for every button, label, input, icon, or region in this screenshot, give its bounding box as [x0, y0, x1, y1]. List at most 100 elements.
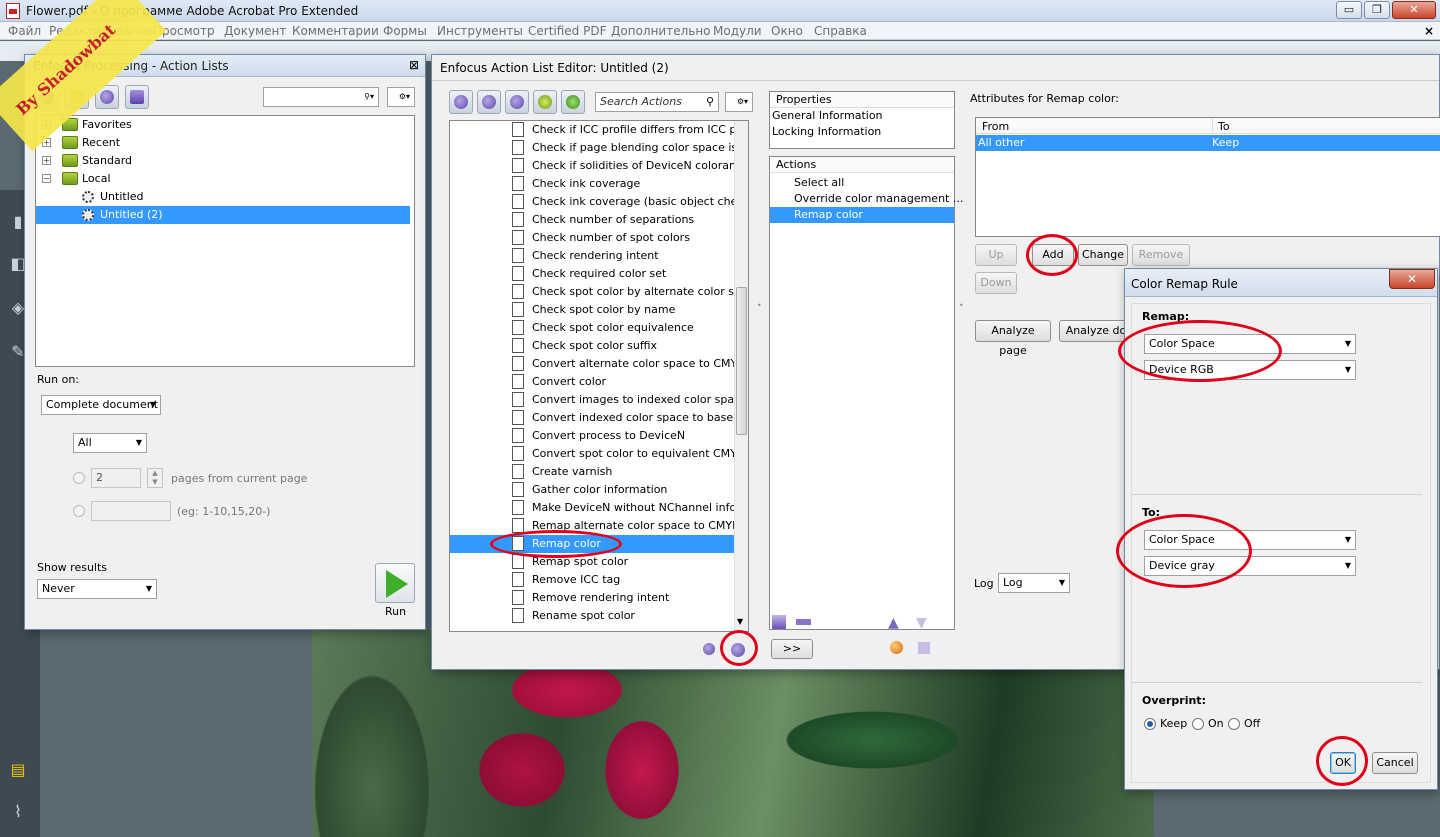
add-action-icon[interactable] [699, 639, 721, 659]
stop-icon[interactable] [918, 642, 930, 654]
record-icon[interactable] [890, 641, 903, 654]
page-range-input[interactable] [91, 501, 171, 521]
menu-tools[interactable]: Инструменты [437, 24, 523, 38]
tree-item-favorites[interactable]: + Favorites [36, 116, 410, 134]
expand-icon[interactable]: + [42, 156, 51, 165]
action-library-item[interactable]: Check spot color by alternate color spac… [450, 283, 734, 301]
action-lists-close-button[interactable]: ⊠ [409, 58, 419, 72]
tree-item-standard[interactable]: + Standard [36, 152, 410, 170]
add-to-list-icon[interactable] [727, 639, 749, 659]
overprint-off-radio[interactable] [1228, 718, 1240, 730]
minimize-button[interactable]: ▭ [1336, 1, 1362, 19]
close-window-button[interactable]: ✕ [1392, 1, 1436, 19]
filter-icon[interactable] [125, 85, 149, 109]
menu-help[interactable]: Справка [814, 24, 867, 38]
tree-item-untitled-2[interactable]: Untitled (2) [36, 206, 410, 224]
menu-advanced[interactable]: Дополнительно [611, 24, 711, 38]
analyze-page-button[interactable]: Analyze page [975, 320, 1051, 357]
log-select[interactable]: Log ▼ [998, 573, 1070, 593]
comments-icon[interactable]: ▤ [8, 760, 28, 780]
menu-file[interactable]: Файл [8, 24, 41, 38]
action-group-icon[interactable] [449, 90, 473, 114]
action-info-icon[interactable] [561, 90, 585, 114]
action-library-item[interactable]: Check if ICC profile differs from ICC pr… [450, 121, 734, 139]
action-refresh-icon[interactable] [505, 90, 529, 114]
tree-item-recent[interactable]: + Recent [36, 134, 410, 152]
action-library-item[interactable]: Remap color [450, 535, 734, 553]
show-results-select[interactable]: Never ▼ [37, 579, 157, 599]
to-color-space-select[interactable]: Device gray ▼ [1144, 556, 1356, 576]
group-actions-icon[interactable] [769, 613, 789, 631]
more-button[interactable]: >> [771, 639, 813, 659]
page-range-radio[interactable] [73, 505, 85, 517]
run-button[interactable] [375, 563, 415, 603]
remap-color-space-select[interactable]: Device RGB ▼ [1144, 360, 1356, 380]
action-library-item[interactable]: Convert alternate color space to CMYK [450, 355, 734, 373]
cancel-button[interactable]: Cancel [1372, 752, 1418, 774]
scroll-down-icon[interactable]: ▼ [737, 617, 743, 626]
menu-certified-pdf[interactable]: Certified PDF [528, 24, 607, 38]
overprint-on-radio[interactable] [1192, 718, 1204, 730]
menu-document[interactable]: Документ [224, 24, 286, 38]
search-actions-input[interactable]: Search Actions ⚲ [595, 92, 719, 112]
remove-action-icon[interactable] [794, 613, 814, 631]
down-button[interactable]: Down [975, 272, 1017, 294]
action-check-icon[interactable] [533, 90, 557, 114]
property-locking-information[interactable]: Locking Information [772, 124, 881, 140]
action-library-item[interactable]: Remap alternate color space to CMYK [450, 517, 734, 535]
action-lists-options-button[interactable]: ⚙▾ [387, 87, 415, 107]
move-down-icon[interactable]: ▼ [916, 615, 927, 631]
action-library-item[interactable]: Convert indexed color space to base col.… [450, 409, 734, 427]
menu-comments[interactable]: Комментарии [292, 24, 379, 38]
to-type-select[interactable]: Color Space ▼ [1144, 530, 1356, 550]
list-action-select-all[interactable]: Select all [794, 175, 844, 191]
action-library-item[interactable]: Check if page blending color space is de… [450, 139, 734, 157]
action-library-item[interactable]: Check required color set [450, 265, 734, 283]
collapse-icon[interactable]: − [42, 174, 51, 183]
action-library-item[interactable]: Convert spot color to equivalent CMYK c.… [450, 445, 734, 463]
move-up-icon[interactable]: ▲ [888, 615, 899, 631]
tree-item-untitled[interactable]: Untitled [36, 188, 410, 206]
action-library-item[interactable]: Check ink coverage (basic object check) [450, 193, 734, 211]
overprint-keep-radio[interactable] [1144, 718, 1156, 730]
action-library-item[interactable]: Check rendering intent [450, 247, 734, 265]
pages-count-spinner[interactable]: ▲ ▼ [147, 468, 163, 488]
pages-count-input[interactable]: 2 [91, 468, 141, 488]
remap-type-select[interactable]: Color Space ▼ [1144, 334, 1356, 354]
dialog-close-button[interactable]: ✕ [1389, 269, 1435, 289]
action-library-item[interactable]: Gather color information [450, 481, 734, 499]
action-library-item[interactable]: Convert images to indexed color space [450, 391, 734, 409]
action-list-scrollbar[interactable]: ▼ [734, 121, 748, 631]
action-library-item[interactable]: Remove rendering intent [450, 589, 734, 607]
action-library-item[interactable]: Check number of separations [450, 211, 734, 229]
action-library-item[interactable]: Check spot color suffix [450, 337, 734, 355]
splitter-handle-icon[interactable]: • [757, 301, 762, 310]
pages-select[interactable]: All ▼ [73, 433, 147, 453]
pages-from-radio[interactable] [73, 472, 85, 484]
list-action-remap-color[interactable]: Remap color [770, 207, 954, 223]
action-search-icon[interactable] [477, 90, 501, 114]
action-library-item[interactable]: Check number of spot colors [450, 229, 734, 247]
menu-plugins[interactable]: Модули [713, 24, 762, 38]
tree-item-local[interactable]: − Local [36, 170, 410, 188]
action-library-item[interactable]: Create varnish [450, 463, 734, 481]
action-library-item[interactable]: Check ink coverage [450, 175, 734, 193]
list-action-override-color-management[interactable]: Override color management ... [794, 191, 963, 207]
action-library-item[interactable]: Check spot color equivalence [450, 319, 734, 337]
action-library-item[interactable]: Check if solidities of DeviceN colorants… [450, 157, 734, 175]
splitter-handle-icon[interactable]: • [959, 301, 964, 310]
action-library-item[interactable]: Rename spot color [450, 607, 734, 625]
add-button[interactable]: Add [1032, 244, 1074, 266]
menu-forms[interactable]: Формы [383, 24, 427, 38]
action-lists-search-input[interactable]: ⚲▾ [263, 87, 379, 107]
maximize-button[interactable]: ❐ [1364, 1, 1390, 19]
action-library-item[interactable]: Check spot color by name [450, 301, 734, 319]
action-library-item[interactable]: Convert process to DeviceN [450, 427, 734, 445]
action-library-item[interactable]: Remap spot color [450, 553, 734, 571]
run-on-select[interactable]: Complete document ▼ [41, 395, 161, 415]
change-button[interactable]: Change [1078, 244, 1128, 266]
menu-window[interactable]: Окно [771, 24, 803, 38]
remove-button[interactable]: Remove [1132, 244, 1190, 266]
scrollbar-thumb[interactable] [736, 287, 747, 435]
action-library-item[interactable]: Convert color [450, 373, 734, 391]
